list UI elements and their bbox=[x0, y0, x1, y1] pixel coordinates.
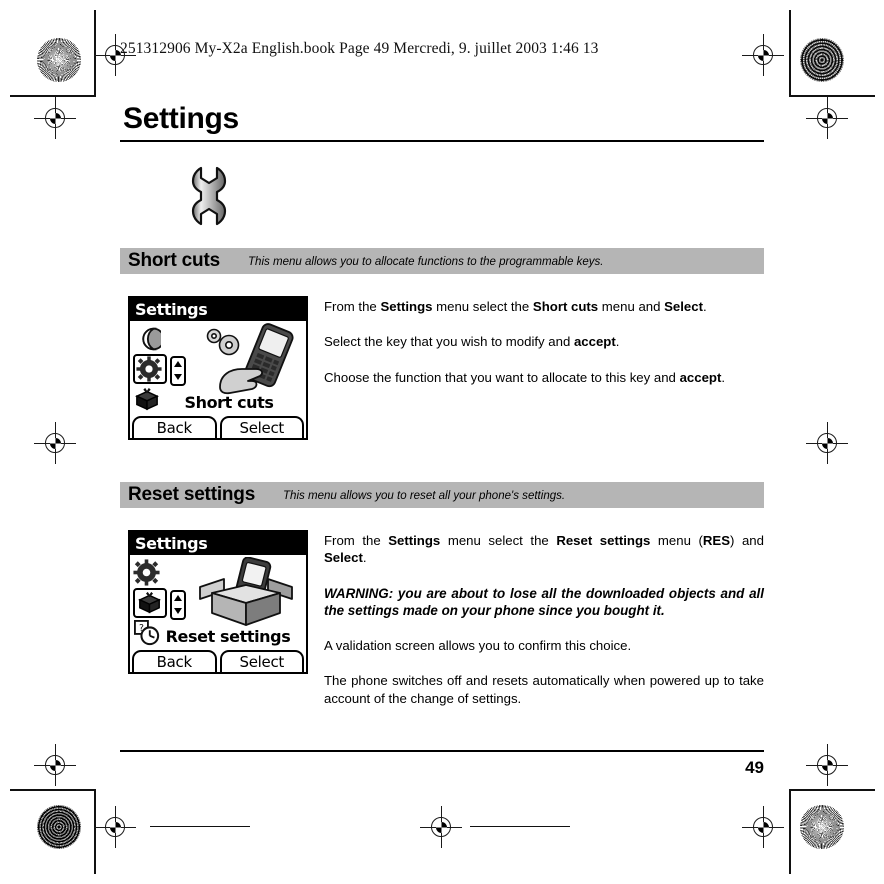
registration-target-bottom-left-a bbox=[34, 744, 76, 786]
section-short-cuts: Short cuts This menu allows you to alloc… bbox=[120, 247, 764, 440]
paragraph: Select the key that you wish to modify a… bbox=[324, 334, 620, 350]
rosette-mark-bottom-left bbox=[37, 805, 81, 849]
section-body-text: From the Settings menu select the Reset … bbox=[310, 530, 764, 707]
scroll-arrows[interactable] bbox=[170, 355, 186, 386]
trim-line-bottom-center-right bbox=[470, 826, 570, 828]
scroll-down-arrow-icon[interactable] bbox=[174, 374, 182, 381]
phone-screen-title: Settings bbox=[130, 531, 306, 555]
phone-screen-caption: Short cuts bbox=[184, 392, 274, 412]
trim-line-top-left-vertical bbox=[94, 10, 96, 96]
paragraph: The phone switches off and resets automa… bbox=[324, 673, 764, 706]
manual-page: 251312906 My-X2a English.book Page 49 Me… bbox=[120, 40, 764, 707]
paragraph: From the Settings menu select the Short … bbox=[324, 298, 707, 314]
registration-target-bottom-right-b bbox=[742, 806, 784, 848]
page-number: 49 bbox=[745, 758, 764, 777]
registration-target-bottom-center bbox=[420, 806, 462, 848]
section-header-bar: Reset settings This menu allows you to r… bbox=[120, 481, 764, 508]
registration-target-top-right-b bbox=[806, 97, 848, 139]
rosette-mark-bottom-right bbox=[800, 805, 844, 849]
gear-icon-selected[interactable] bbox=[133, 353, 186, 386]
softkey-back[interactable]: Back bbox=[132, 415, 217, 440]
section-body-text: From the Settings menu select the Short … bbox=[310, 296, 764, 386]
section-description: This menu allows you to reset all your p… bbox=[283, 487, 566, 502]
section-description: This menu allows you to allocate functio… bbox=[247, 253, 604, 268]
registration-target-top-left-b bbox=[34, 97, 76, 139]
gear-icon bbox=[133, 558, 185, 588]
scroll-up-arrow-icon[interactable] bbox=[174, 361, 182, 368]
page-title: Settings bbox=[123, 102, 239, 135]
wrench-icon bbox=[186, 164, 232, 226]
phone-screen-title: Settings bbox=[130, 297, 306, 321]
book-header-line: 251312906 My-X2a English.book Page 49 Me… bbox=[120, 40, 599, 57]
section-title: Reset settings bbox=[128, 483, 256, 505]
trim-line-bottom-right-vertical bbox=[789, 790, 791, 874]
registration-target-bottom-left-b bbox=[94, 806, 136, 848]
phone-screenshot-reset-settings: Settings ? Reset settings Back Select bbox=[128, 529, 308, 674]
section-title: Short cuts bbox=[128, 249, 220, 271]
softkey-bar: Back Select bbox=[130, 649, 306, 674]
paragraph: Choose the function that you want to all… bbox=[324, 369, 726, 385]
hand-holding-phone-with-gears-illustration bbox=[190, 323, 302, 395]
paragraph: A validation screen allows you to confir… bbox=[324, 638, 632, 654]
paragraph: From the Settings menu select the Reset … bbox=[324, 532, 764, 566]
rosette-mark-top-right bbox=[800, 38, 844, 82]
trim-line-bottom-left-vertical bbox=[94, 790, 96, 874]
scroll-up-arrow-icon[interactable] bbox=[174, 595, 182, 602]
trim-line-bottom-center-left bbox=[150, 826, 250, 828]
screenshot-column: Settings bbox=[120, 295, 310, 440]
softkey-select[interactable]: Select bbox=[219, 415, 304, 440]
softkey-back[interactable]: Back bbox=[132, 649, 217, 674]
phone-screen-caption: Reset settings bbox=[165, 626, 291, 646]
trim-line-top-left-horizontal bbox=[10, 95, 96, 97]
phone-in-open-box-illustration bbox=[190, 556, 302, 629]
trim-line-bottom-right-horizontal bbox=[789, 789, 875, 791]
gift-box-icon-selected[interactable] bbox=[133, 587, 186, 620]
section-header-bar: Short cuts This menu allows you to alloc… bbox=[120, 247, 764, 274]
softkey-select[interactable]: Select bbox=[219, 649, 304, 674]
footer-rule bbox=[120, 750, 764, 753]
trim-line-top-right-vertical bbox=[789, 10, 791, 96]
scroll-down-arrow-icon[interactable] bbox=[174, 608, 182, 615]
section-reset-settings: Reset settings This menu allows you to r… bbox=[120, 481, 764, 707]
registration-target-middle-left bbox=[34, 422, 76, 464]
warning-paragraph: WARNING: you are about to lose all the d… bbox=[324, 585, 764, 618]
registration-target-middle-right bbox=[806, 422, 848, 464]
title-underline bbox=[120, 139, 764, 142]
moon-icon bbox=[133, 324, 185, 354]
scroll-arrows[interactable] bbox=[170, 589, 186, 620]
softkey-bar: Back Select bbox=[130, 415, 306, 440]
screenshot-column: Settings bbox=[120, 529, 310, 674]
rosette-mark-top-left bbox=[37, 38, 81, 82]
phone-screenshot-short-cuts: Settings Short cuts Back Select bbox=[128, 295, 308, 440]
registration-target-bottom-right-a bbox=[806, 744, 848, 786]
trim-line-top-right-horizontal bbox=[789, 95, 875, 97]
trim-line-bottom-left-horizontal bbox=[10, 789, 96, 791]
